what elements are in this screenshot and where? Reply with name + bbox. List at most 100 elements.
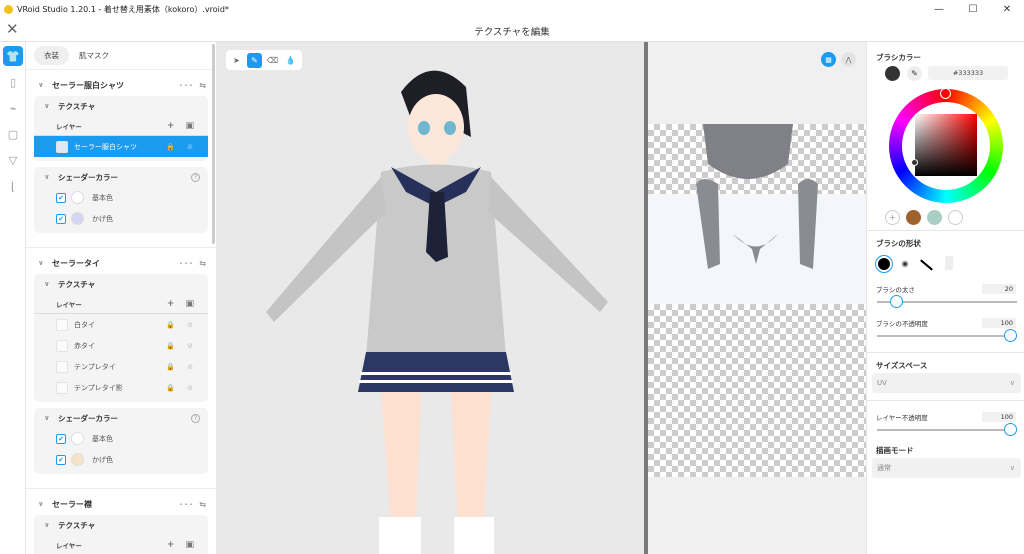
size-space-label: サイズスペース: [876, 361, 928, 370]
layer-item[interactable]: 白タイ 🔒 ⊘: [34, 314, 208, 335]
checkbox[interactable]: ✔: [56, 213, 66, 224]
color-row[interactable]: ✔ 基本色: [34, 187, 208, 208]
brush-soft-icon[interactable]: [901, 260, 909, 268]
brush-opacity-label: ブラシの不透明度: [876, 320, 928, 328]
layer-name: テンプレタイ影: [74, 383, 123, 392]
more-icon[interactable]: ··· ⇆: [179, 500, 208, 509]
brush-opacity-value[interactable]: 100: [982, 318, 1016, 328]
checkbox[interactable]: ✔: [56, 433, 66, 444]
chevron-down-icon[interactable]: ∨: [44, 280, 58, 288]
window-close-button[interactable]: ✕: [990, 0, 1024, 18]
color-label: 基本色: [92, 193, 113, 202]
size-space-value: UV: [877, 379, 887, 387]
brush-shape-label: ブラシの形状: [876, 239, 921, 248]
preset-swatch[interactable]: [948, 210, 963, 225]
chevron-down-icon[interactable]: ∨: [38, 500, 52, 508]
vroid-logo-icon: [4, 4, 13, 14]
color-label: かげ色: [92, 455, 113, 464]
uv-texture-view[interactable]: ▦ ⋀: [648, 42, 866, 554]
add-layer-icon[interactable]: + ▣: [167, 540, 198, 550]
section-title: セーラー服白シャツ: [52, 80, 124, 90]
chevron-down-icon: ∨: [1009, 379, 1015, 387]
draw-mode-label: 描画モード: [876, 446, 914, 455]
lock-visibility-icon[interactable]: 🔒 ⊘: [166, 321, 198, 329]
more-icon[interactable]: ··· ⇆: [179, 81, 208, 90]
chevron-down-icon[interactable]: ∨: [44, 414, 58, 422]
tab-costume[interactable]: 衣装: [34, 46, 69, 65]
slider-knob[interactable]: [889, 295, 903, 308]
brush-size-value[interactable]: 20: [982, 284, 1016, 294]
brush-size-slider[interactable]: [877, 295, 1017, 308]
chevron-down-icon[interactable]: ∨: [38, 259, 52, 267]
add-layer-icon[interactable]: + ▣: [167, 299, 198, 309]
category-rail: 👕 ▯ ⌁ ▢ ▽ ⌊: [0, 42, 26, 554]
add-layer-icon[interactable]: + ▣: [167, 121, 198, 131]
layer-thumbnail: [56, 381, 68, 394]
help-icon[interactable]: ?: [191, 413, 200, 423]
shader-heading: シェーダーカラー: [58, 172, 118, 182]
accessory-icon[interactable]: ⌁: [3, 98, 23, 118]
panel-scrollbar[interactable]: [212, 44, 215, 244]
brush-opacity-slider[interactable]: [877, 329, 1017, 342]
header: ✕ テクスチャを編集: [0, 18, 1024, 42]
more-icon[interactable]: ··· ⇆: [179, 259, 208, 268]
layer-item[interactable]: 赤タイ 🔒 ⊘: [34, 335, 208, 356]
onepiece-icon[interactable]: ▢: [3, 124, 23, 144]
shader-heading: シェーダーカラー: [58, 413, 118, 423]
color-swatch[interactable]: [71, 212, 84, 225]
layer-item[interactable]: テンプレタイ 🔒 ⊘: [34, 356, 208, 377]
eyedropper-icon[interactable]: ✎: [907, 66, 922, 81]
symmetry-icon[interactable]: ⋀: [841, 52, 856, 67]
color-swatch[interactable]: [71, 191, 84, 204]
hue-handle[interactable]: [940, 88, 951, 99]
slider-knob[interactable]: [1004, 423, 1017, 436]
color-handle[interactable]: [911, 159, 918, 166]
chevron-down-icon[interactable]: ∨: [44, 173, 58, 181]
pants-icon[interactable]: ▯: [3, 72, 23, 92]
slider-knob[interactable]: [1004, 329, 1017, 342]
hex-input[interactable]: #333333: [928, 66, 1008, 80]
maximize-button[interactable]: ☐: [956, 0, 990, 18]
chevron-down-icon[interactable]: ∨: [38, 81, 52, 89]
preset-swatch[interactable]: [927, 210, 942, 225]
brush-texture-icon[interactable]: [945, 256, 953, 270]
color-row[interactable]: ✔ かげ色: [34, 449, 208, 470]
color-wheel[interactable]: [889, 88, 1003, 203]
help-icon[interactable]: ?: [191, 172, 200, 182]
draw-mode-select[interactable]: 通常 ∨: [872, 458, 1021, 478]
color-row[interactable]: ✔ 基本色: [34, 428, 208, 449]
size-space-select[interactable]: UV ∨: [872, 373, 1021, 393]
lock-visibility-icon[interactable]: 🔒 ⊘: [166, 342, 198, 350]
add-preset-icon[interactable]: +: [885, 210, 900, 225]
grid-view-icon[interactable]: ▦: [821, 52, 836, 67]
checkbox[interactable]: ✔: [56, 192, 66, 203]
color-swatch[interactable]: [71, 432, 84, 445]
3d-viewport[interactable]: ➤ ✎ ⌫ 💧: [216, 42, 644, 554]
lock-visibility-icon[interactable]: 🔒 ⊘: [166, 143, 198, 151]
brush-hard-icon[interactable]: [875, 255, 893, 273]
chevron-down-icon[interactable]: ∨: [44, 521, 58, 529]
current-color-swatch[interactable]: [885, 66, 900, 81]
shoes-icon[interactable]: ⌊: [3, 176, 23, 196]
layer-opacity-slider[interactable]: [877, 423, 1017, 436]
layer-thumbnail: [56, 140, 68, 153]
preset-swatch[interactable]: [906, 210, 921, 225]
tab-skin-mask[interactable]: 肌マスク: [69, 46, 119, 65]
color-swatch[interactable]: [71, 453, 84, 466]
shirt-icon[interactable]: 👕: [3, 46, 23, 66]
checkbox[interactable]: ✔: [56, 454, 66, 465]
lock-visibility-icon[interactable]: 🔒 ⊘: [166, 363, 198, 371]
chevron-down-icon[interactable]: ∨: [44, 102, 58, 110]
minimize-button[interactable]: —: [922, 0, 956, 18]
uv-canvas[interactable]: [648, 124, 866, 477]
layer-item[interactable]: テンプレタイ影 🔒 ⊘: [34, 377, 208, 398]
saturation-value-square[interactable]: [915, 114, 977, 176]
brush-settings-panel: ブラシカラー ✎ #333333 + ブラシの形状 ブラシの太さ 20 ブラシの…: [866, 42, 1024, 554]
brush-line-icon[interactable]: [920, 259, 933, 271]
layer-thumbnail: [56, 360, 68, 373]
color-row[interactable]: ✔ かげ色: [34, 208, 208, 229]
lock-visibility-icon[interactable]: 🔒 ⊘: [166, 384, 198, 392]
underwear-icon[interactable]: ▽: [3, 150, 23, 170]
layer-item[interactable]: セーラー服白シャツ 🔒 ⊘: [34, 136, 208, 157]
layer-opacity-value[interactable]: 100: [982, 412, 1016, 422]
